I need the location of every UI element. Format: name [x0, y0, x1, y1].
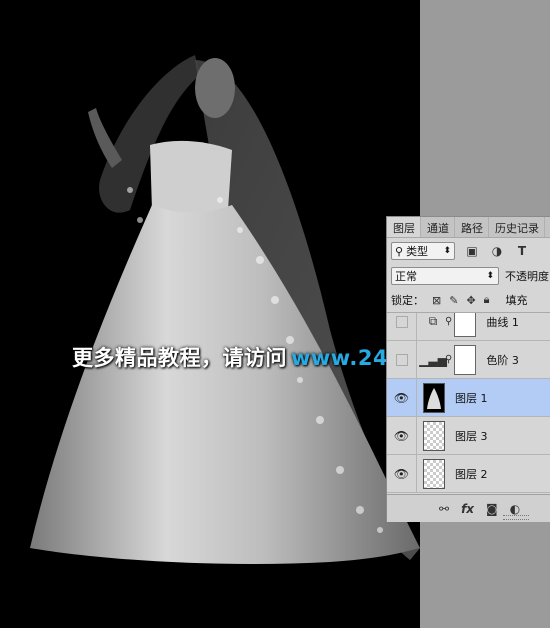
layer-row[interactable]: ▁▃▅ ⚲ 色阶 3: [387, 340, 550, 379]
layer-name[interactable]: 图层 3: [455, 428, 488, 444]
watermark-text: 更多精品教程，请访问: [72, 346, 287, 370]
fill-label[interactable]: 填充: [506, 292, 528, 308]
blend-row: 正常 ⬍ 不透明度: [387, 264, 550, 288]
layers-panel: 图层 通道 路径 历史记录 ⚲ 类型 ⬍ ▣ ◑ T 正常 ⬍ 不透明度 锁定：…: [386, 216, 550, 522]
layer-row[interactable]: 👁︎ 图层 1: [387, 378, 550, 417]
document-canvas[interactable]: [0, 0, 420, 628]
blend-mode-value: 正常: [395, 270, 417, 283]
tab-channels[interactable]: 通道: [421, 217, 455, 237]
layer-row[interactable]: 👁︎ 图层 3: [387, 416, 550, 455]
resize-grip[interactable]: [503, 515, 529, 520]
layer-list: ⧉ ⚲ 曲线 1 ▁▃▅ ⚲ 色阶 3 👁︎ 图层 1 👁︎ 图层 3 👁︎ 图…: [387, 313, 550, 493]
panel-tab-bar: 图层 通道 路径 历史记录: [387, 217, 550, 238]
layer-mask-thumbnail[interactable]: [454, 313, 477, 337]
visibility-toggle[interactable]: 👁︎: [387, 416, 417, 455]
layer-name[interactable]: 图层 2: [455, 466, 488, 482]
updown-arrow-icon: ⬍: [443, 246, 451, 256]
lock-transparent-icon[interactable]: ⊠: [432, 294, 441, 307]
blend-mode-select[interactable]: 正常 ⬍: [391, 267, 499, 285]
layer-row[interactable]: ⧉ ⚲ 曲线 1: [387, 313, 550, 341]
link-icon: ⚲: [445, 316, 453, 327]
layer-thumbnail: [423, 458, 445, 489]
hidden-box-icon: [395, 315, 408, 328]
layer-name[interactable]: 图层 1: [455, 390, 488, 406]
levels-icon: ▁▃▅: [419, 352, 447, 367]
hidden-box-icon: [395, 353, 408, 366]
curves-icon: ⧉: [428, 314, 438, 328]
layer-name[interactable]: 色阶 3: [486, 352, 519, 368]
adjustment-filter-icon[interactable]: ◑: [489, 243, 505, 259]
image-filter-icon[interactable]: ▣: [464, 243, 480, 259]
search-icon: ⚲: [395, 244, 404, 258]
visibility-toggle[interactable]: 👁︎: [387, 378, 417, 417]
visibility-toggle[interactable]: [387, 313, 417, 341]
tab-paths[interactable]: 路径: [455, 217, 489, 237]
tab-layers[interactable]: 图层: [387, 217, 421, 237]
layer-mask-thumbnail[interactable]: [454, 344, 477, 375]
link-icon[interactable]: ⚯: [439, 502, 449, 516]
layer-thumbnail: [423, 382, 445, 413]
fx-icon[interactable]: fx: [461, 502, 474, 516]
layer-filter-label: 类型: [406, 245, 429, 258]
adjustment-icon[interactable]: ◐: [510, 502, 520, 516]
mask-icon[interactable]: ◙: [486, 502, 498, 516]
lock-all-icon[interactable]: 🔒︎: [484, 293, 490, 307]
lock-brush-icon[interactable]: ✎: [449, 294, 458, 307]
lock-label: 锁定：: [391, 294, 424, 307]
visibility-toggle[interactable]: [387, 340, 417, 379]
panel-footer: ⚯ fx ◙ ◐: [387, 494, 550, 522]
layer-thumbnail: [423, 420, 445, 451]
link-icon: ⚲: [445, 354, 453, 365]
eye-icon: 👁︎: [393, 390, 410, 405]
visibility-toggle[interactable]: 👁︎: [387, 454, 417, 493]
bride-photo: [30, 55, 420, 565]
lock-move-icon[interactable]: ✥: [466, 294, 475, 307]
eye-icon: 👁︎: [393, 428, 410, 443]
tab-history[interactable]: 历史记录: [489, 217, 545, 237]
filter-row: ⚲ 类型 ⬍ ▣ ◑ T: [387, 238, 550, 264]
updown-arrow-icon: ⬍: [486, 271, 494, 281]
lock-row: 锁定： ⊠ ✎ ✥ 🔒︎ 填充: [387, 288, 550, 313]
layer-name[interactable]: 曲线 1: [486, 314, 519, 330]
layer-filter-select[interactable]: ⚲ 类型 ⬍: [391, 242, 455, 260]
layer-row[interactable]: 👁︎ 图层 2: [387, 454, 550, 493]
eye-icon: 👁︎: [393, 466, 410, 481]
bride-thumbnail-icon: [427, 387, 441, 409]
opacity-label[interactable]: 不透明度: [505, 268, 549, 284]
type-filter-icon[interactable]: T: [514, 243, 530, 259]
